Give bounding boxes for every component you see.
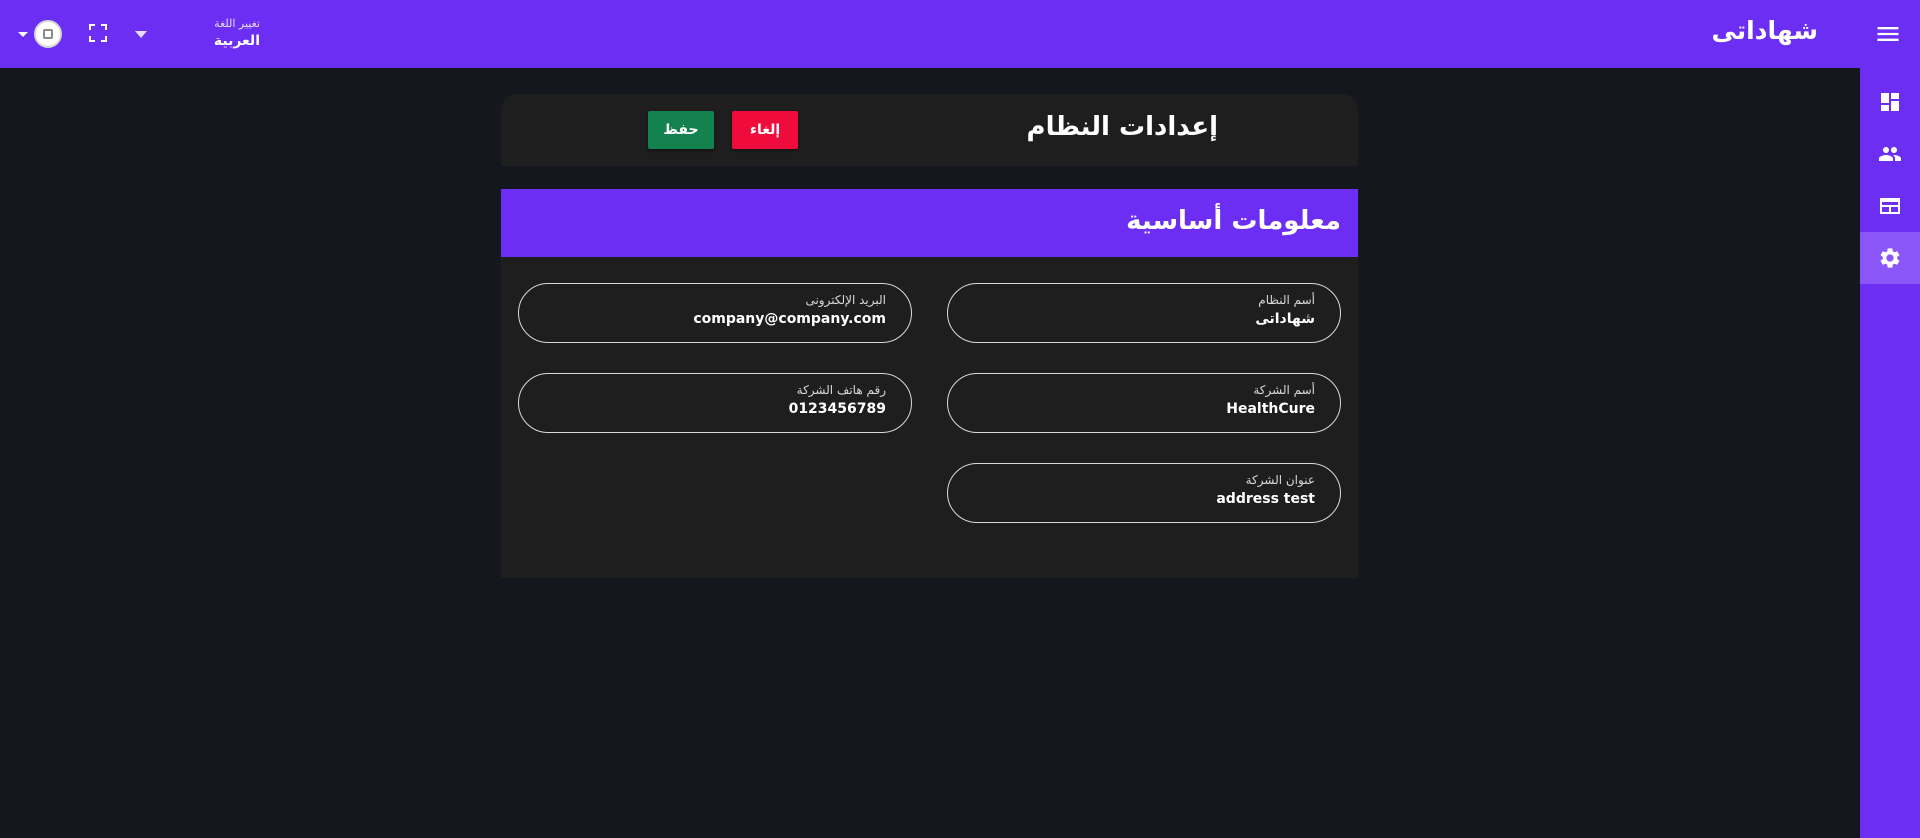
company-address-field[interactable]: عنوان الشركة address test: [947, 463, 1341, 523]
settings-form: أسم النظام شهاداتى البريد الإلكترونى com…: [501, 257, 1358, 578]
sidebar-item-users[interactable]: [1860, 128, 1920, 180]
sidebar-item-settings[interactable]: [1860, 232, 1920, 284]
chevron-down-icon: [18, 32, 28, 37]
field-label: أسم النظام: [1258, 293, 1315, 307]
company-phone-field[interactable]: رقم هاتف الشركة 0123456789: [518, 373, 912, 433]
table-icon: [1880, 198, 1900, 214]
fullscreen-icon[interactable]: [86, 21, 110, 45]
top-app-bar: شهاداتى تغيير اللغة العربية: [0, 0, 1920, 68]
cancel-button[interactable]: إلغاء: [732, 111, 798, 149]
language-caption: تغيير اللغة: [214, 17, 260, 30]
user-menu[interactable]: [18, 19, 66, 49]
menu-icon[interactable]: [1874, 20, 1902, 48]
field-value: address test: [1216, 491, 1315, 507]
sidebar-item-certificates[interactable]: [1860, 180, 1920, 232]
sidebar-item-dashboard[interactable]: [1860, 76, 1920, 128]
field-value: شهاداتى: [1255, 311, 1315, 327]
avatar-image-icon: [43, 29, 53, 39]
avatar: [34, 20, 62, 48]
field-label: أسم الشركة: [1253, 383, 1315, 397]
language-dropdown-chevron-icon[interactable]: [131, 26, 151, 42]
field-value: 0123456789: [788, 401, 886, 417]
field-value: company@company.com: [693, 311, 886, 327]
system-name-field[interactable]: أسم النظام شهاداتى: [947, 283, 1341, 343]
settings-card-header: إعدادات النظام إلغاء حفظ: [501, 94, 1358, 166]
field-label: عنوان الشركة: [1245, 473, 1315, 487]
language-selector[interactable]: تغيير اللغة العربية: [196, 16, 260, 52]
company-name-field[interactable]: أسم الشركة HealthCure: [947, 373, 1341, 433]
field-label: البريد الإلكترونى: [805, 293, 886, 307]
gear-icon: [1880, 248, 1900, 268]
app-title: شهاداتى: [1711, 16, 1818, 45]
sidebar: [1860, 68, 1920, 838]
language-value: العربية: [213, 33, 260, 49]
field-label: رقم هاتف الشركة: [796, 383, 886, 397]
field-value: HealthCure: [1226, 401, 1315, 417]
email-field[interactable]: البريد الإلكترونى company@company.com: [518, 283, 912, 343]
save-button[interactable]: حفظ: [648, 111, 714, 149]
section-banner: معلومات أساسية: [501, 189, 1358, 257]
page-title: إعدادات النظام: [1026, 112, 1218, 142]
people-icon: [1879, 147, 1901, 161]
section-title: معلومات أساسية: [1126, 206, 1341, 236]
dashboard-icon: [1881, 93, 1899, 111]
